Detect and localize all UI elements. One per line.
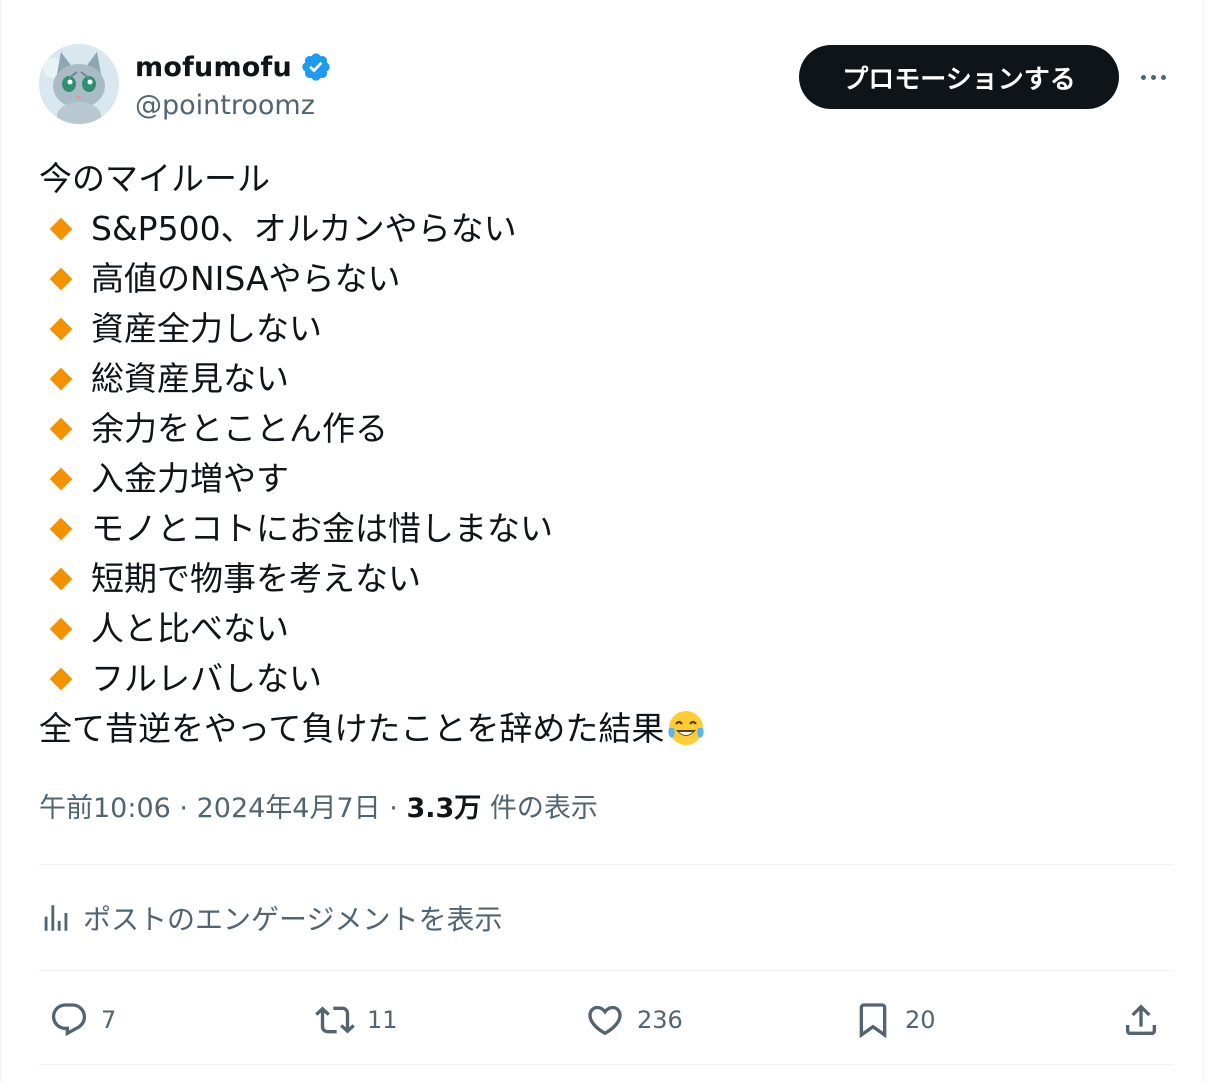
view-count: 3.3万 — [406, 793, 482, 824]
repost-count: 11 — [367, 1006, 398, 1034]
verified-badge-icon[interactable] — [300, 51, 332, 83]
rule-text: 余力をとことん作る — [91, 409, 388, 448]
bookmark-button[interactable]: 20 — [853, 990, 936, 1050]
tweet-time[interactable]: 午前10:06 — [39, 793, 171, 824]
orange-diamond-icon — [49, 467, 73, 491]
more-options-icon[interactable] — [1133, 62, 1173, 92]
divider — [39, 970, 1173, 971]
rule-item: 入金力増やす — [39, 454, 1169, 504]
tweet-header: mofumofu @pointroomz プロモーションする — [39, 44, 1173, 126]
rules-list: S&P500、オルカンやらない 高値のNISAやらない 資産全力しない 総資産見ない余… — [39, 204, 1169, 704]
repost-icon — [315, 1006, 355, 1034]
display-name-row: mofumofu — [135, 48, 332, 86]
view-count-suffix: 件の表示 — [489, 793, 598, 824]
bookmark-count: 20 — [905, 1006, 936, 1034]
orange-diamond-icon — [49, 617, 73, 641]
orange-diamond-icon — [49, 417, 73, 441]
closing-text: 全て昔逆をやって負けたことを辞めた結果 — [39, 709, 665, 748]
bookmark-icon — [859, 1003, 887, 1039]
display-name[interactable]: mofumofu — [135, 52, 292, 83]
avatar[interactable] — [39, 44, 119, 124]
orange-diamond-icon — [49, 317, 73, 341]
meta-separator: · — [389, 793, 398, 824]
rule-text: 短期で物事を考えない — [91, 559, 421, 598]
tweet-card: mofumofu @pointroomz プロモーションする 今のマイルール S… — [0, 0, 1204, 1082]
rule-text: 人と比べない — [91, 609, 289, 648]
share-icon — [1126, 1004, 1156, 1035]
rule-item: 人と比べない — [39, 604, 1169, 654]
rule-text: 高値のNISAやらない — [91, 259, 401, 298]
tears-of-joy-emoji-icon — [668, 711, 704, 745]
rule-item: フルレバしない — [39, 654, 1169, 704]
repost-button[interactable]: 11 — [315, 990, 398, 1050]
meta-separator: · — [179, 793, 188, 824]
orange-diamond-icon — [49, 217, 73, 241]
rule-item: 短期で物事を考えない — [39, 554, 1169, 604]
rule-item: 余力をとことん作る — [39, 404, 1169, 454]
reply-icon — [51, 1003, 87, 1037]
action-bar: 7 11 236 20 — [39, 990, 1173, 1050]
user-names: mofumofu @pointroomz — [135, 48, 332, 121]
rule-item: 総資産見ない — [39, 354, 1169, 404]
orange-diamond-icon — [49, 367, 73, 391]
like-count: 236 — [637, 1006, 683, 1034]
tweet-meta: 午前10:06 · 2024年4月7日 · 3.3万 件の表示 — [39, 786, 598, 825]
reply-count: 7 — [101, 1006, 117, 1034]
rule-text: モノとコトにお金は惜しまない — [91, 509, 553, 548]
orange-diamond-icon — [49, 267, 73, 291]
tweet-closing-line: 全て昔逆をやって負けたことを辞めた結果 — [39, 704, 1169, 754]
analytics-chart-icon — [44, 905, 68, 931]
divider — [39, 864, 1173, 865]
heart-icon — [588, 1005, 622, 1036]
tweet-title-line: 今のマイルール — [39, 159, 270, 198]
view-engagement-link[interactable]: ポストのエンゲージメントを表示 — [39, 895, 502, 941]
rule-text: 資産全力しない — [91, 309, 322, 348]
rule-text: フルレバしない — [91, 659, 322, 698]
tweet-date[interactable]: 2024年4月7日 — [197, 793, 381, 824]
divider — [39, 1064, 1173, 1065]
rule-item: S&P500、オルカンやらない — [39, 204, 1169, 254]
orange-diamond-icon — [49, 517, 73, 541]
user-handle[interactable]: @pointroomz — [135, 90, 332, 121]
reply-button[interactable]: 7 — [49, 990, 116, 1050]
rule-item: 資産全力しない — [39, 304, 1169, 354]
rule-item: モノとコトにお金は惜しまない — [39, 504, 1169, 554]
tweet-text: 今のマイルール S&P500、オルカンやらない 高値のNISAやらない 資産全力しな… — [39, 154, 1169, 754]
orange-diamond-icon — [49, 667, 73, 691]
avatar-cat-image — [39, 44, 119, 124]
view-engagement-label: ポストのエンゲージメントを表示 — [83, 903, 503, 936]
promote-button[interactable]: プロモーションする — [799, 45, 1119, 109]
like-button[interactable]: 236 — [585, 990, 683, 1050]
orange-diamond-icon — [49, 567, 73, 591]
rule-text: 総資産見ない — [91, 359, 289, 398]
rule-text: S&P500、オルカンやらない — [91, 209, 517, 248]
share-button[interactable] — [1121, 990, 1161, 1050]
rule-text: 入金力増やす — [91, 459, 289, 498]
rule-item: 高値のNISAやらない — [39, 254, 1169, 304]
